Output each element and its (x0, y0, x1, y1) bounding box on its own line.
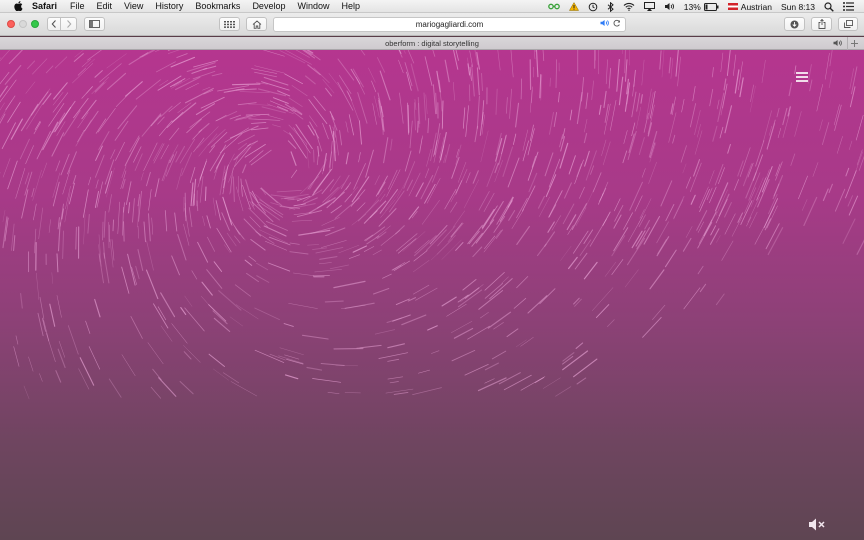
bluetooth-icon[interactable] (607, 1, 614, 12)
mute-icon[interactable] (808, 517, 828, 537)
sidebar-icon (89, 20, 100, 28)
top-sites-button[interactable] (219, 17, 240, 31)
sidebar-button[interactable] (84, 17, 105, 31)
status-area: 13% Austrian Sun 8:13 (539, 0, 854, 13)
input-source-label: Austrian (740, 1, 772, 12)
menu-window[interactable]: Window (297, 0, 329, 13)
plus-icon (850, 40, 858, 47)
battery-percent: 13% (683, 1, 701, 12)
apple-menu-icon[interactable] (11, 1, 25, 11)
menu-view[interactable]: View (124, 0, 143, 13)
download-icon (790, 20, 799, 28)
home-button[interactable] (246, 17, 267, 31)
flag-icon (727, 3, 738, 10)
reload-icon[interactable] (613, 19, 621, 29)
menu-history[interactable]: History (155, 0, 183, 13)
menu-help[interactable]: Help (341, 0, 360, 13)
minimize-window-button[interactable] (19, 20, 27, 28)
warning-icon[interactable] (568, 2, 579, 11)
address-bar[interactable]: mariogagliardi.com (273, 17, 626, 32)
link-status-icon[interactable] (547, 3, 560, 10)
tab-title[interactable]: oberform : digital storytelling (385, 39, 479, 48)
share-button[interactable] (811, 17, 832, 31)
window-controls (7, 20, 43, 28)
menu-file[interactable]: File (70, 0, 85, 13)
show-all-tabs-button[interactable] (838, 17, 858, 31)
hamburger-menu-icon[interactable] (796, 72, 808, 82)
wifi-icon[interactable] (623, 2, 635, 11)
share-icon (818, 19, 825, 29)
airplay-icon[interactable] (643, 2, 655, 11)
tabs-icon (843, 20, 853, 28)
volume-icon[interactable] (664, 2, 675, 11)
home-icon (252, 19, 261, 29)
time-machine-icon[interactable] (588, 2, 598, 12)
battery-status[interactable]: 13% (684, 2, 719, 12)
clock[interactable]: Sun 8:13 (781, 2, 815, 12)
url-text: mariogagliardi.com (415, 20, 484, 29)
notification-center-icon[interactable] (843, 2, 854, 11)
chevron-left-icon (51, 20, 56, 28)
grid-icon (224, 20, 235, 28)
input-source[interactable]: Austrian (727, 1, 772, 12)
new-tab-button[interactable] (847, 37, 860, 50)
chevron-right-icon (66, 20, 71, 28)
tab-bar: oberform : digital storytelling (0, 37, 864, 50)
tab-audio-icon[interactable] (600, 19, 610, 29)
browser-toolbar: mariogagliardi.com (0, 13, 864, 36)
zoom-window-button[interactable] (31, 20, 39, 28)
forward-button[interactable] (61, 17, 77, 31)
downloads-button[interactable] (784, 17, 805, 31)
spotlight-search-icon[interactable] (824, 1, 834, 12)
tab-speaker-icon[interactable] (833, 39, 843, 49)
menu-edit[interactable]: Edit (97, 0, 113, 13)
menu-app-safari[interactable]: Safari (32, 0, 57, 13)
menu-bar: Safari File Edit View History Bookmarks … (0, 0, 864, 13)
menu-bookmarks[interactable]: Bookmarks (195, 0, 240, 13)
close-window-button[interactable] (7, 20, 15, 28)
menu-develop[interactable]: Develop (252, 0, 285, 13)
swirl-artwork (0, 50, 864, 400)
back-button[interactable] (47, 17, 61, 31)
battery-icon (703, 2, 719, 11)
web-content (0, 50, 864, 540)
